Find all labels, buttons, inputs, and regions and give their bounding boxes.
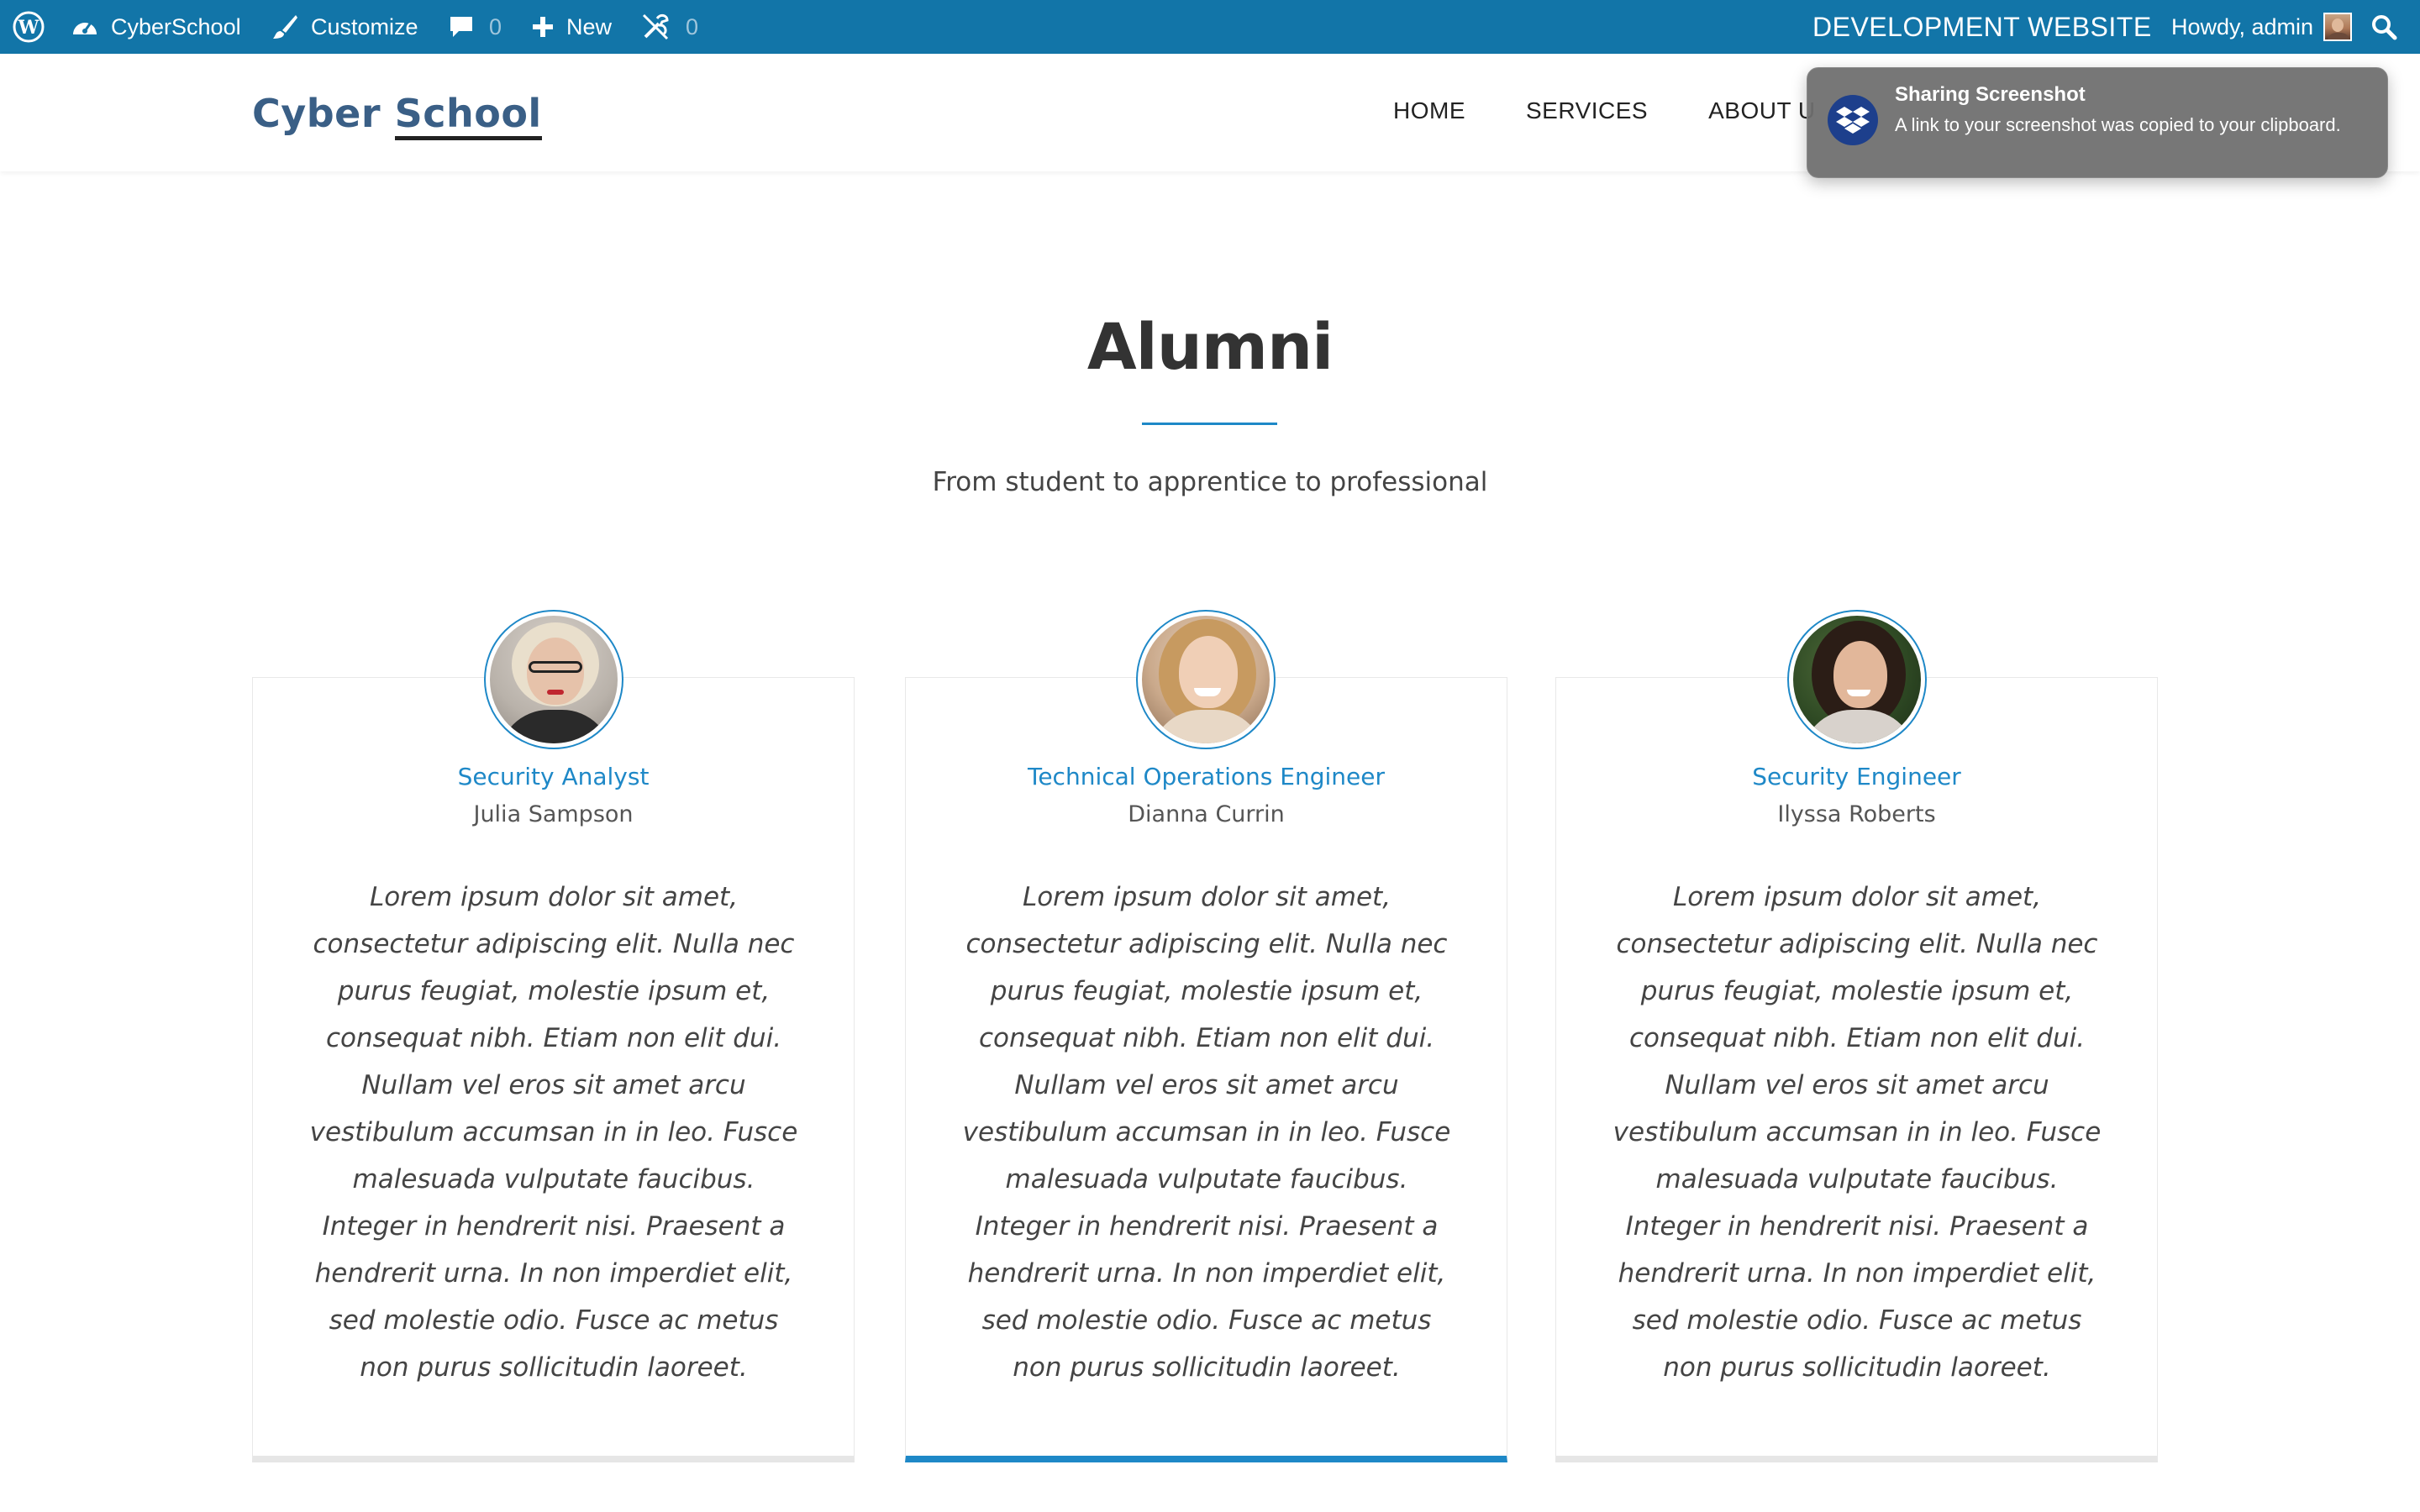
nav-item-home[interactable]: HOME <box>1393 97 1465 124</box>
alumni-testimonial: Lorem ipsum dolor sit amet, consectetur … <box>1612 882 2102 1383</box>
new-label: New <box>566 13 613 39</box>
avatar <box>2323 13 2353 41</box>
dropbox-icon <box>1828 95 1878 145</box>
account-menu[interactable]: Howdy, admin <box>2171 0 2353 54</box>
environment-label: DEVELOPMENT WEBSITE <box>1812 11 2152 42</box>
alumni-name: Julia Sampson <box>473 801 634 827</box>
site-logo[interactable]: Cyber School <box>252 91 542 140</box>
title-divider <box>1142 423 1277 425</box>
admin-bar: W CyberSchool Customize 0 New 0 DEVELOPM… <box>0 0 2420 54</box>
plus-icon <box>533 17 553 37</box>
site-name-menu[interactable]: CyberSchool <box>71 0 241 54</box>
dashboard-icon <box>73 22 97 34</box>
section-title: Alumni <box>1086 309 1334 384</box>
comments-link[interactable]: 0 <box>449 0 502 54</box>
paintbrush-icon <box>273 15 297 39</box>
wordpress-icon: W <box>13 11 45 43</box>
notification-body: A link to your screenshot was copied to … <box>1895 114 2341 135</box>
customize-link[interactable]: Customize <box>271 0 418 54</box>
nav-item-about[interactable]: ABOUT U <box>1708 97 1815 124</box>
logo-text-school: School <box>394 91 542 140</box>
section-subtitle: From student to apprentice to profession… <box>932 467 1488 497</box>
howdy-label: Howdy, admin <box>2171 13 2314 39</box>
comments-count: 0 <box>489 13 502 39</box>
site-name-label: CyberSchool <box>111 13 241 39</box>
wordpress-logo-menu[interactable]: W <box>12 0 45 54</box>
logo-text-cyber: Cyber <box>252 91 381 136</box>
alumni-name: Dianna Currin <box>1128 801 1285 827</box>
alumni-role: Technical Operations Engineer <box>1027 763 1385 790</box>
alumni-photo <box>484 610 623 749</box>
admin-search-button[interactable] <box>2370 0 2398 54</box>
alumni-photo <box>1787 610 1927 749</box>
alumni-role: Security Analyst <box>457 763 650 790</box>
nav-item-services[interactable]: SERVICES <box>1526 97 1648 124</box>
tools-link[interactable]: 0 <box>640 0 698 54</box>
alumni-photo <box>1136 610 1276 749</box>
main-navigation: HOME SERVICES ABOUT U <box>1393 97 1816 124</box>
notification-title: Sharing Screenshot <box>1895 83 2086 106</box>
search-icon <box>2372 15 2397 40</box>
screenshot-notification[interactable]: Sharing Screenshot A link to your screen… <box>1807 67 2388 178</box>
customize-label: Customize <box>311 13 418 39</box>
no-tools-icon <box>642 13 669 40</box>
new-content-menu[interactable]: New <box>531 0 612 54</box>
alumni-testimonial: Lorem ipsum dolor sit amet, consectetur … <box>962 882 1451 1383</box>
alumni-role: Security Engineer <box>1752 763 1961 790</box>
comment-bubble-icon <box>450 17 472 37</box>
svg-text:W: W <box>18 17 39 39</box>
tools-count: 0 <box>686 13 699 39</box>
alumni-name: Ilyssa Roberts <box>1777 801 1936 827</box>
alumni-testimonial: Lorem ipsum dolor sit amet, consectetur … <box>309 882 798 1383</box>
